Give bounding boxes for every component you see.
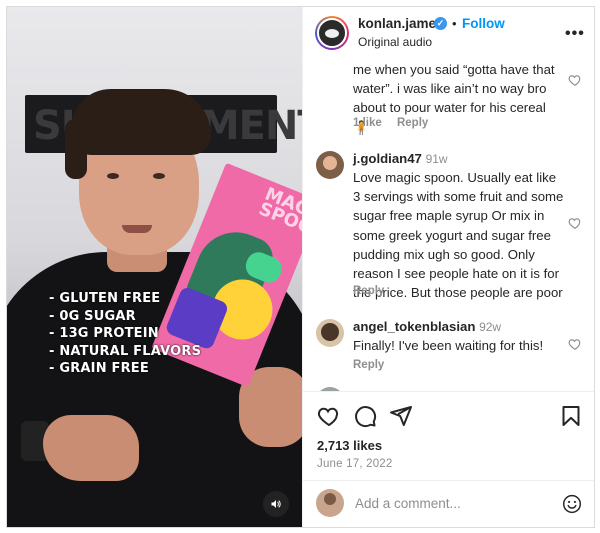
post-dialog: SUPPLEMENT MAGSPOO - GLUTEN FREE - 0G SU… bbox=[6, 6, 595, 528]
verified-badge-icon: ✓ bbox=[434, 17, 447, 30]
author-username[interactable]: konlan.james bbox=[358, 16, 444, 31]
heart-icon[interactable] bbox=[317, 404, 341, 428]
mute-button[interactable] bbox=[263, 491, 289, 517]
video-player[interactable]: SUPPLEMENT MAGSPOO - GLUTEN FREE - 0G SU… bbox=[7, 7, 302, 527]
comment-time: 92w bbox=[479, 320, 502, 334]
comment-input[interactable] bbox=[355, 491, 545, 515]
comment-like-heart-icon[interactable] bbox=[568, 216, 582, 230]
overlay-line: - 0G SUGAR bbox=[49, 308, 136, 324]
comment-icon[interactable] bbox=[353, 404, 377, 428]
comment-likes-count[interactable]: 1 like bbox=[353, 117, 382, 129]
overlay-line: - GRAIN FREE bbox=[49, 361, 149, 377]
person-mouth bbox=[122, 225, 152, 233]
comment: j.goldian47 91w bbox=[353, 149, 565, 169]
person-hair-side bbox=[65, 119, 87, 179]
post-date: June 17, 2022 bbox=[317, 458, 393, 470]
person-hair bbox=[71, 89, 211, 155]
comment-username[interactable]: angel_tokenblasian bbox=[353, 319, 475, 334]
cereal-box-logo: MAG SPOO bbox=[255, 183, 302, 240]
comment-username[interactable]: j.goldian47 bbox=[353, 151, 422, 166]
overlay-line: - 13G PROTEIN bbox=[49, 326, 159, 342]
more-icon[interactable]: ••• bbox=[565, 25, 585, 43]
post-actions: 2,713 likes June 17, 2022 bbox=[303, 392, 594, 480]
person-eye-right bbox=[153, 173, 165, 179]
comment-meta: Reply bbox=[353, 359, 396, 371]
overlay-line: - NATURAL FLAVORS bbox=[49, 343, 202, 359]
post-header: konlan.james ✓ • Follow Original audio •… bbox=[303, 7, 594, 59]
comment-reply-button[interactable]: Reply bbox=[397, 117, 428, 129]
comment-like-heart-icon[interactable] bbox=[568, 73, 582, 87]
comment-like-heart-icon[interactable] bbox=[568, 337, 582, 351]
follow-button[interactable]: Follow bbox=[462, 16, 505, 31]
comment-time: 91w bbox=[425, 152, 448, 166]
comment: angel_tokenblasian 92w bbox=[353, 317, 565, 337]
comment-meta: 1 like Reply bbox=[353, 117, 440, 129]
current-user-avatar bbox=[316, 489, 344, 517]
commenter-avatar[interactable] bbox=[316, 151, 344, 179]
post-side-panel: konlan.james ✓ • Follow Original audio •… bbox=[302, 7, 594, 527]
share-icon[interactable] bbox=[389, 404, 413, 428]
author-avatar[interactable] bbox=[315, 16, 349, 50]
comment-reply-button[interactable]: Reply bbox=[353, 359, 384, 371]
comment-composer bbox=[303, 481, 594, 527]
comment-reply-button[interactable]: Reply bbox=[353, 285, 384, 297]
likes-count[interactable]: 2,713 likes bbox=[317, 438, 382, 453]
comment-text: Finally! I've been waiting for this! bbox=[353, 338, 544, 353]
overlay-line: - GLUTEN FREE bbox=[49, 291, 161, 306]
speaker-icon bbox=[271, 500, 281, 508]
comments-list: me when you said “gotta have that water”… bbox=[303, 59, 594, 391]
emoji-icon[interactable] bbox=[562, 494, 582, 514]
separator-dot: • bbox=[452, 16, 457, 31]
video-text-overlay: - GLUTEN FREE - 0G SUGAR - 13G PROTEIN -… bbox=[49, 290, 201, 378]
audio-link[interactable]: Original audio bbox=[358, 35, 432, 49]
comment-text: Love magic spoon. Usually eat like 3 ser… bbox=[353, 170, 564, 301]
commenter-avatar[interactable] bbox=[316, 319, 344, 347]
comment-meta: Reply bbox=[353, 285, 396, 297]
person-eye-left bbox=[107, 173, 119, 179]
bookmark-icon[interactable] bbox=[559, 404, 583, 428]
person-hand bbox=[43, 415, 139, 481]
